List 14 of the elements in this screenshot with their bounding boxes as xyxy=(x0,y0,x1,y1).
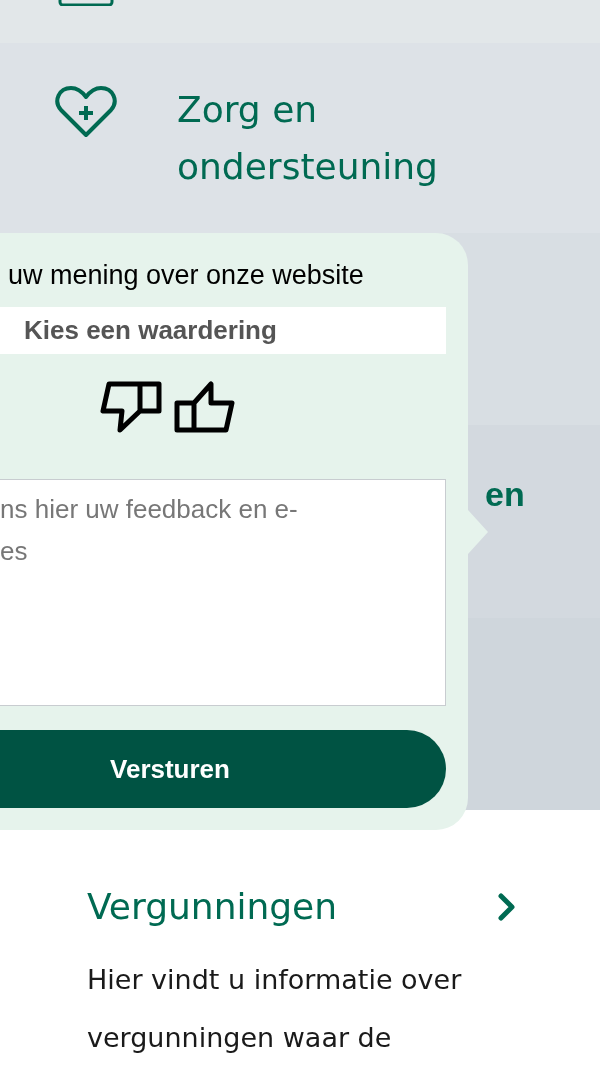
submit-button[interactable]: Versturen xyxy=(0,730,446,808)
menu-tile[interactable] xyxy=(0,0,600,43)
card-title-link[interactable]: Vergunningen xyxy=(87,885,338,929)
popup-heading: uw mening over onze website xyxy=(7,259,365,292)
menu-link[interactable]: en xyxy=(485,475,525,514)
menu-link[interactable]: Zorg en ondersteuning xyxy=(177,81,477,195)
feedback-field[interactable]: ns hier uw feedback en e- es xyxy=(0,479,446,706)
chevron-right-icon[interactable] xyxy=(497,892,517,922)
rating-dropdown[interactable]: Kies een waardering xyxy=(0,307,446,354)
thumbs-up-icon[interactable] xyxy=(174,381,236,433)
card-description: Hier vindt u informatie over vergunningen waar de xyxy=(87,963,463,1055)
heart-plus-icon xyxy=(55,86,117,138)
menu-tile[interactable]: Zorg en ondersteuning xyxy=(0,43,600,233)
thumbs-down-icon[interactable] xyxy=(100,381,162,433)
